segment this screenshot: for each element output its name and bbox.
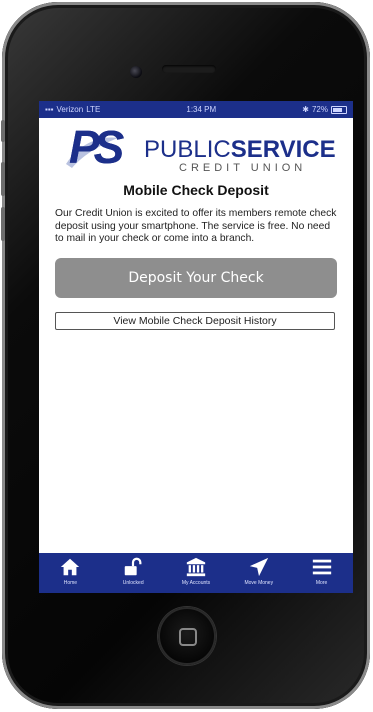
bottom-tab-bar: Home Unlocked My Accounts Move Money Mor…	[39, 553, 353, 593]
battery-icon	[330, 105, 347, 114]
home-button-square-icon	[179, 628, 197, 646]
tab-more[interactable]: More	[290, 553, 353, 593]
page-description: Our Credit Union is excited to offer its…	[55, 208, 337, 245]
front-camera	[130, 66, 142, 78]
network-type: LTE	[86, 105, 101, 114]
logo-word-service: SERVICE	[230, 136, 336, 163]
tab-my-accounts[interactable]: My Accounts	[165, 553, 228, 593]
tab-label: Move Money	[244, 580, 274, 586]
logo-wordmark: PUBLICSERVICE	[144, 138, 336, 162]
mute-switch	[1, 120, 5, 142]
tab-label: My Accounts	[181, 580, 211, 586]
tab-label: Unlocked	[122, 580, 144, 586]
view-deposit-history-button[interactable]: View Mobile Check Deposit History	[55, 311, 335, 330]
credit-union-logo: PS PUBLICSERVICE CREDIT UNION	[39, 118, 353, 184]
tab-label: Home	[63, 580, 78, 586]
phone-screen: ▪▪▪ Verizon LTE 1:34 PM ✱ 72% PS PUBLICS…	[39, 101, 353, 593]
status-time: 1:34 PM	[186, 105, 217, 114]
carrier-name: Verizon	[56, 105, 84, 114]
paper-plane-icon	[249, 557, 268, 577]
bank-icon	[186, 557, 206, 577]
logo-subtitle: CREDIT UNION	[179, 162, 307, 174]
phone-frame: ▪▪▪ Verizon LTE 1:34 PM ✱ 72% PS PUBLICS…	[1, 2, 370, 709]
tab-label: More	[315, 580, 328, 586]
earpiece-speaker	[162, 65, 216, 73]
page-title: Mobile Check Deposit	[123, 182, 269, 198]
volume-down-button	[1, 207, 5, 241]
volume-up-button	[1, 162, 5, 196]
ps-logo-mark: PS	[69, 121, 124, 173]
tab-move-money[interactable]: Move Money	[227, 553, 290, 593]
tab-unlocked[interactable]: Unlocked	[102, 553, 165, 593]
unlocked-padlock-icon	[124, 557, 142, 576]
home-icon	[61, 558, 80, 576]
bluetooth-icon: ✱	[302, 105, 309, 114]
signal-icon: ▪▪▪	[45, 105, 54, 114]
tab-home[interactable]: Home	[39, 553, 102, 593]
hamburger-menu-icon	[312, 559, 331, 575]
deposit-check-button[interactable]: Deposit Your Check	[55, 257, 337, 298]
battery-percent: 72%	[311, 105, 328, 114]
logo-word-public: PUBLIC	[144, 136, 231, 163]
phone-home-button[interactable]	[158, 607, 216, 665]
status-bar: ▪▪▪ Verizon LTE 1:34 PM ✱ 72%	[39, 101, 353, 118]
